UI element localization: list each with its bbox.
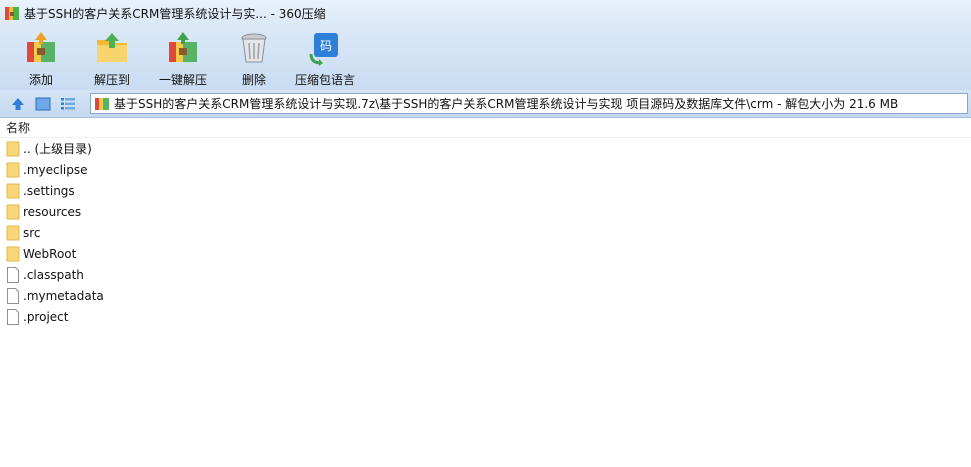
archive-app-icon xyxy=(4,5,20,21)
toolbar: 添加 解压到 一键解压 删除 码 压缩包语言 xyxy=(0,26,971,90)
file-list: 名称 .. (上级目录) .myeclipse .settings resour… xyxy=(0,118,971,467)
file-icon xyxy=(7,266,19,283)
one-click-extract-icon xyxy=(169,32,197,62)
item-name: .settings xyxy=(23,183,75,198)
up-level-button[interactable] xyxy=(8,94,28,114)
extract-to-icon xyxy=(97,33,127,62)
add-label: 添加 xyxy=(28,73,53,87)
item-name: src xyxy=(23,225,41,240)
column-header-name[interactable]: 名称 xyxy=(0,118,971,138)
folder-icon xyxy=(6,225,20,240)
delete-label: 删除 xyxy=(241,73,266,87)
one-click-extract-label: 一键解压 xyxy=(158,73,207,87)
title-bar: 基于SSH的客户关系CRM管理系统设计与实... - 360压缩 xyxy=(0,0,971,26)
extract-to-button[interactable]: 解压到 xyxy=(79,26,145,90)
archive-language-button[interactable]: 码 压缩包语言 xyxy=(292,26,358,90)
list-item[interactable]: .classpath xyxy=(0,264,971,285)
archive-language-label: 压缩包语言 xyxy=(294,73,355,87)
list-item[interactable]: WebRoot xyxy=(0,243,971,264)
arrow-up-icon xyxy=(12,97,24,110)
navigation-bar: 基于SSH的客户关系CRM管理系统设计与实现.7z\基于SSH的客户关系CRM管… xyxy=(0,90,971,118)
folder-icon xyxy=(6,162,20,177)
delete-button[interactable]: 删除 xyxy=(221,26,287,90)
address-path: 基于SSH的客户关系CRM管理系统设计与实现.7z\基于SSH的客户关系CRM管… xyxy=(114,97,899,111)
large-icons-view-icon xyxy=(35,97,51,110)
one-click-extract-button[interactable]: 一键解压 xyxy=(150,26,216,90)
view-list-button[interactable] xyxy=(58,94,78,114)
archive-language-icon: 码 xyxy=(309,33,338,66)
add-button[interactable]: 添加 xyxy=(8,26,74,90)
list-item[interactable]: .project xyxy=(0,306,971,327)
extract-to-label: 解压到 xyxy=(93,73,130,87)
item-name: .. (上级目录) xyxy=(23,142,92,156)
address-bar[interactable]: 基于SSH的客户关系CRM管理系统设计与实现.7z\基于SSH的客户关系CRM管… xyxy=(90,93,968,114)
view-large-icons-button[interactable] xyxy=(33,94,53,114)
item-name: resources xyxy=(23,204,82,219)
delete-bin-icon xyxy=(241,33,267,63)
list-item[interactable]: .settings xyxy=(0,180,971,201)
folder-icon xyxy=(6,183,20,198)
item-name: WebRoot xyxy=(23,246,77,261)
item-name: .classpath xyxy=(23,267,84,282)
folder-icon xyxy=(6,141,20,156)
file-icon xyxy=(7,287,19,304)
item-name: .myeclipse xyxy=(23,162,88,177)
list-item[interactable]: .. (上级目录) xyxy=(0,138,971,159)
list-item[interactable]: .mymetadata xyxy=(0,285,971,306)
list-item[interactable]: .myeclipse xyxy=(0,159,971,180)
svg-text:码: 码 xyxy=(320,39,332,53)
item-name: .mymetadata xyxy=(23,288,104,303)
folder-icon xyxy=(6,204,20,219)
archive-icon xyxy=(95,98,109,110)
file-icon xyxy=(7,308,19,325)
item-name: .project xyxy=(23,309,69,324)
window-title: 基于SSH的客户关系CRM管理系统设计与实... - 360压缩 xyxy=(24,6,326,21)
list-view-icon xyxy=(61,97,75,109)
list-item[interactable]: resources xyxy=(0,201,971,222)
folder-icon xyxy=(6,246,20,261)
add-archive-icon xyxy=(27,32,55,62)
list-item[interactable]: src xyxy=(0,222,971,243)
